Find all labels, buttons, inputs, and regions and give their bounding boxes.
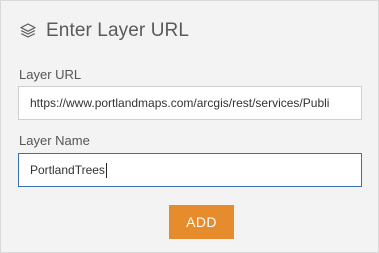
layer-url-value: https://www.portlandmaps.com/arcgis/rest… (30, 96, 330, 110)
panel-header: Enter Layer URL (19, 19, 189, 43)
panel-title: Enter Layer URL (46, 20, 190, 41)
add-layer-panel: Enter Layer URL Layer URL https://www.po… (0, 0, 379, 253)
layer-name-input[interactable]: PortlandTrees (18, 153, 362, 187)
layer-url-label: Layer URL (19, 67, 82, 82)
add-button[interactable]: ADD (169, 205, 234, 239)
text-caret (105, 162, 107, 178)
layer-name-value: PortlandTrees (30, 163, 105, 177)
layer-url-input[interactable]: https://www.portlandmaps.com/arcgis/rest… (18, 86, 362, 120)
layers-icon (19, 22, 37, 40)
layer-name-label: Layer Name (19, 133, 90, 148)
